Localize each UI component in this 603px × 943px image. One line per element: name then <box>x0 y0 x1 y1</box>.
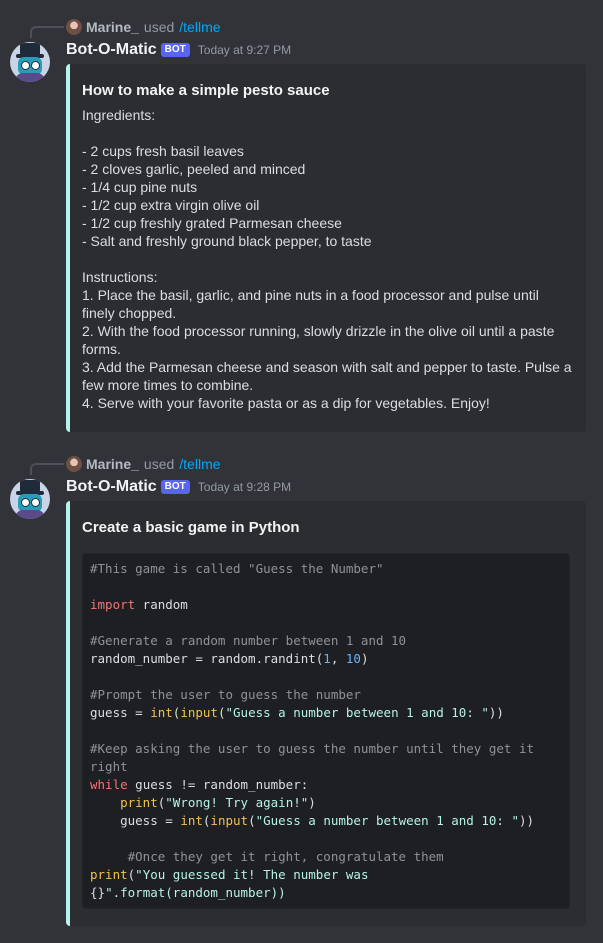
text-line: Ingredients: <box>82 107 156 123</box>
code-line: import random <box>90 597 188 612</box>
code-line: random_number = random.randint(1, 10) <box>90 651 369 666</box>
timestamp[interactable]: Today at 9:27 PM <box>198 43 291 57</box>
text-line: - 1/4 cup pine nuts <box>82 179 198 195</box>
code-line: print("You guessed it! The number was <box>90 867 369 882</box>
bot-badge: BOT <box>160 43 190 57</box>
text-line: 3. Add the Parmesan cheese and season wi… <box>82 359 572 393</box>
code-line: #Prompt the user to guess the number <box>90 687 361 702</box>
code-line: guess = int(input("Guess a number betwee… <box>90 705 504 720</box>
text-line: - 1/2 cup freshly grated Parmesan cheese <box>82 215 342 231</box>
bot-avatar[interactable] <box>10 479 50 519</box>
reply-avatar[interactable] <box>66 456 82 472</box>
message-header: Bot-O-Matic BOT Today at 9:28 PM <box>66 476 291 498</box>
reply-reference[interactable]: Marine_ used /tellme <box>66 18 221 36</box>
author-name[interactable]: Bot-O-Matic <box>66 478 157 496</box>
code-block[interactable]: #This game is called "Guess the Number" … <box>82 553 570 909</box>
code-line: while guess != random_number: <box>90 777 309 792</box>
code-line: guess = int(input("Guess a number betwee… <box>90 813 535 828</box>
reply-used-text: used <box>143 456 175 472</box>
reply-avatar[interactable] <box>66 19 82 35</box>
reply-command[interactable]: /tellme <box>179 19 220 35</box>
reply-connector <box>30 26 64 38</box>
code-line: #Keep asking the user to guess the numbe… <box>90 741 535 756</box>
text-line: - Salt and freshly ground black pepper, … <box>82 233 372 249</box>
text-line: 1. Place the basil, garlic, and pine nut… <box>82 287 539 321</box>
code-line: #Generate a random number between 1 and … <box>90 633 407 648</box>
text-line: Instructions: <box>82 269 158 285</box>
code-line: right <box>90 759 128 774</box>
text-line: 4. Serve with your favorite pasta or as … <box>82 395 490 411</box>
reply-username[interactable]: Marine_ <box>86 19 139 35</box>
reply-username[interactable]: Marine_ <box>86 456 139 472</box>
code-line: {}".format(random_number)) <box>90 885 286 900</box>
embed-description: Ingredients: - 2 cups fresh basil leaves… <box>82 106 574 412</box>
reply-reference[interactable]: Marine_ used /tellme <box>66 455 221 473</box>
reply-connector <box>30 463 64 475</box>
code-line: #This game is called "Guess the Number" <box>90 561 384 576</box>
timestamp[interactable]: Today at 9:28 PM <box>198 480 291 494</box>
text-line <box>82 124 574 142</box>
text-line: - 2 cloves garlic, peeled and minced <box>82 161 306 177</box>
text-line: - 2 cups fresh basil leaves <box>82 143 244 159</box>
bot-badge: BOT <box>160 480 190 494</box>
text-line: - 1/2 cup extra virgin olive oil <box>82 197 260 213</box>
reply-command[interactable]: /tellme <box>179 456 220 472</box>
text-line <box>82 250 574 268</box>
embed: How to make a simple pesto sauce Ingredi… <box>66 64 586 432</box>
embed-title: How to make a simple pesto sauce <box>82 82 330 99</box>
code-line: print("Wrong! Try again!") <box>120 795 316 810</box>
text-line: 2. With the food processor running, slow… <box>82 323 555 357</box>
embed-title: Create a basic game in Python <box>82 519 300 536</box>
message-header: Bot-O-Matic BOT Today at 9:27 PM <box>66 39 291 61</box>
author-name[interactable]: Bot-O-Matic <box>66 41 157 59</box>
reply-used-text: used <box>143 19 175 35</box>
code-line: #Once they get it right, congratulate th… <box>90 849 444 864</box>
bot-avatar[interactable] <box>10 42 50 82</box>
embed: Create a basic game in Python #This game… <box>66 501 586 926</box>
